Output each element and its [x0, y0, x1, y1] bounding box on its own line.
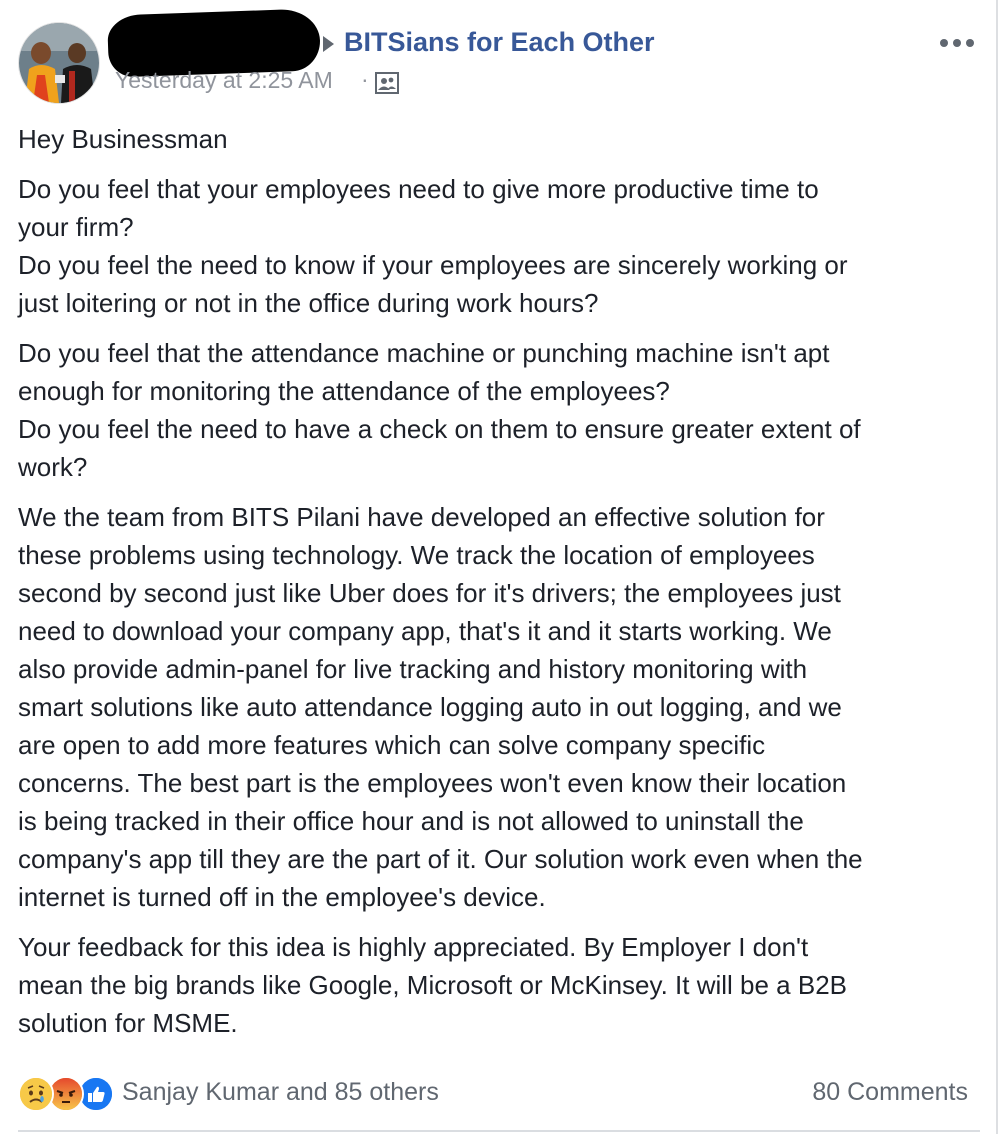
post-timestamp[interactable]: Yesterday at 2:25 AM: [115, 67, 333, 94]
facebook-post: BITSians for Each Other Yesterday at 2:2…: [0, 0, 998, 1134]
post-body: Hey Businessman Do you feel that your emp…: [18, 120, 978, 1054]
group-name-link[interactable]: BITSians for Each Other: [344, 27, 655, 58]
post-text-line: your firm?: [18, 212, 134, 242]
comments-count[interactable]: 80 Comments: [812, 1078, 968, 1107]
avatar[interactable]: [18, 22, 100, 104]
post-text-line: solution for MSME.: [18, 1008, 238, 1038]
post-text-line: also provide admin-panel for live tracki…: [18, 654, 808, 684]
post-text-line: is being tracked in their office hour an…: [18, 806, 804, 836]
post-paragraph: Hey Businessman: [18, 120, 978, 158]
post-text-line: second by second just like Uber does for…: [18, 578, 841, 608]
post-text-line: Do you feel that the attendance machine …: [18, 338, 830, 368]
post-text-line: enough for monitoring the attendance of …: [18, 376, 670, 406]
post-text-line: are open to add more features which can …: [18, 730, 766, 760]
post-text-line: Do you feel the need to know if your emp…: [18, 250, 848, 280]
post-text-line: internet is turned off in the employee's…: [18, 882, 546, 912]
post-text-line: Your feedback for this idea is highly ap…: [18, 932, 809, 962]
post-text-line: smart solutions like auto attendance log…: [18, 692, 842, 722]
post-text-line: Do you feel the need to have a check on …: [18, 414, 861, 444]
sad-icon: [18, 1076, 54, 1112]
meta-separator: ·: [361, 66, 369, 92]
reaction-icons[interactable]: [18, 1076, 118, 1112]
post-text-line: We the team from BITS Pilani have develo…: [18, 502, 825, 532]
more-options-icon[interactable]: [940, 36, 980, 50]
post-text-line: work?: [18, 452, 88, 482]
caret-right-icon: [323, 36, 334, 52]
post-text-line: Hey Businessman: [18, 124, 228, 154]
post-text-line: concerns. The best part is the employees…: [18, 768, 847, 798]
post-paragraph: Do you feel that the attendance machine …: [18, 334, 978, 486]
post-text-line: just loitering or not in the office duri…: [18, 288, 599, 318]
post-text-line: company's app till they are the part of …: [18, 844, 863, 874]
post-paragraph: We the team from BITS Pilani have develo…: [18, 498, 978, 916]
audience-icon[interactable]: [375, 72, 399, 94]
post-paragraph: Your feedback for this idea is highly ap…: [18, 928, 978, 1042]
post-text-line: these problems using technology. We trac…: [18, 540, 815, 570]
avatar-photo: [19, 23, 99, 103]
post-text-line: mean the big brands like Google, Microso…: [18, 970, 848, 1000]
post-paragraph: Do you feel that your employees need to …: [18, 170, 978, 322]
post-text-line: need to download your company app, that'…: [18, 616, 832, 646]
reactions-summary[interactable]: Sanjay Kumar and 85 others: [122, 1078, 439, 1107]
footer-divider: [18, 1130, 980, 1132]
post-text-line: Do you feel that your employees need to …: [18, 174, 819, 204]
